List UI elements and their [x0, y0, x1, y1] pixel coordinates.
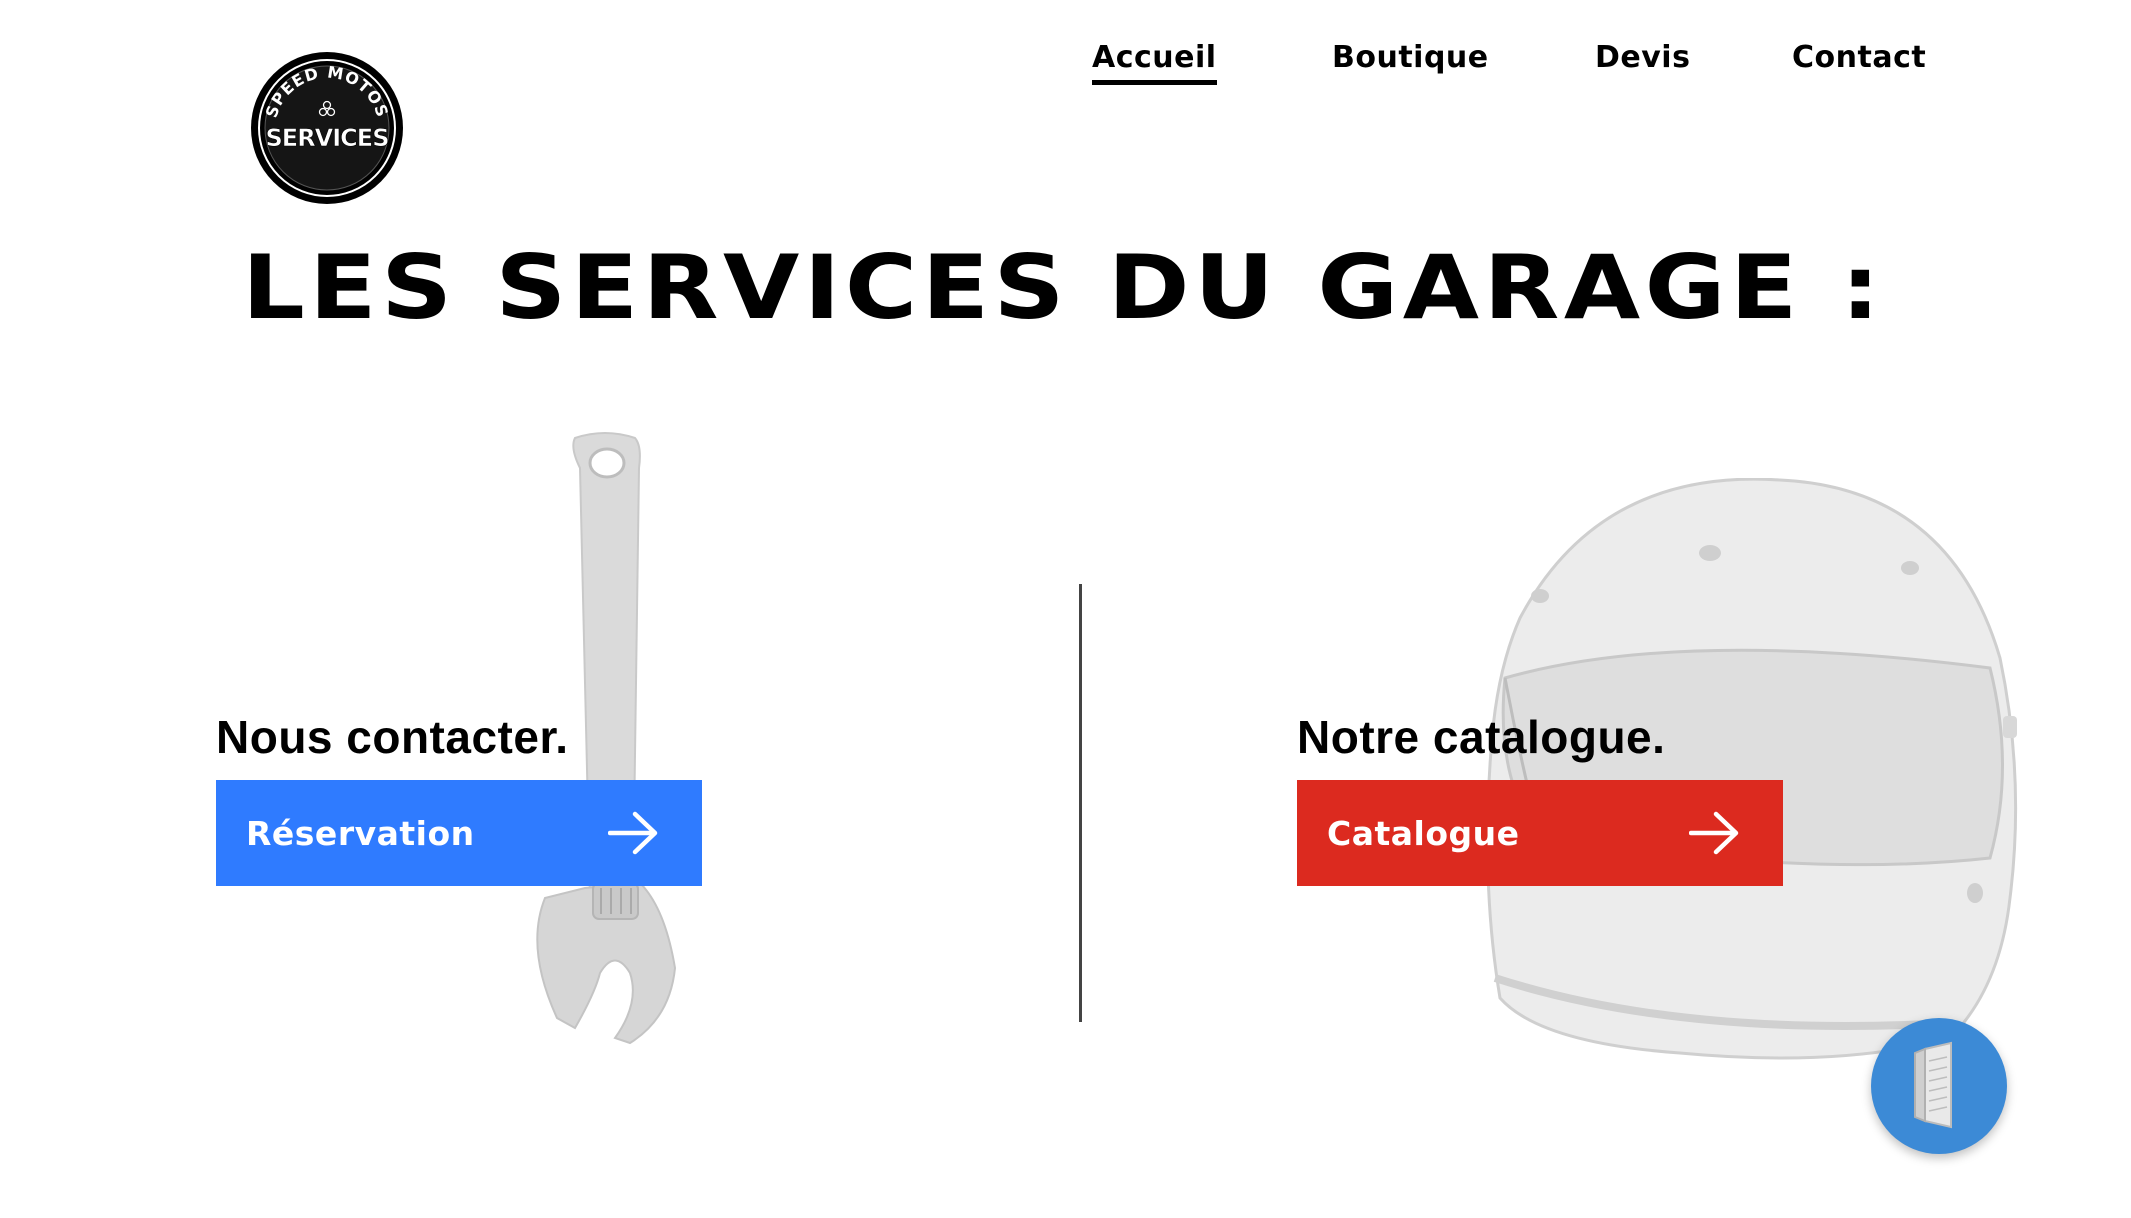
floating-action-button[interactable] — [1871, 1018, 2007, 1154]
nav-item-contact[interactable]: Contact — [1792, 40, 1926, 75]
speed-motos-logo[interactable]: SPEED MOTOS SERVICES — [249, 50, 405, 206]
section-divider — [1079, 584, 1082, 1022]
arrow-right-icon — [608, 811, 658, 855]
reservation-button[interactable]: Réservation — [216, 780, 702, 886]
catalogue-button[interactable]: Catalogue — [1297, 780, 1783, 886]
contact-heading: Nous contacter. — [216, 711, 569, 763]
helmet-icon — [1486, 478, 2018, 1060]
catalogue-button-label: Catalogue — [1327, 813, 1520, 853]
page: SPEED MOTOS SERVICES Accueil Boutique De… — [0, 0, 2131, 1218]
nav-item-boutique[interactable]: Boutique — [1332, 40, 1489, 75]
catalogue-heading: Notre catalogue. — [1297, 711, 1666, 763]
nav-item-devis[interactable]: Devis — [1595, 40, 1690, 75]
page-title: LES SERVICES DU GARAGE : — [242, 236, 1885, 339]
arrow-right-icon — [1689, 811, 1739, 855]
reservation-button-label: Réservation — [246, 813, 475, 853]
door-icon — [1914, 1041, 1952, 1129]
nav-item-accueil[interactable]: Accueil — [1092, 40, 1217, 85]
logo-bottom-text: SERVICES — [266, 124, 389, 152]
